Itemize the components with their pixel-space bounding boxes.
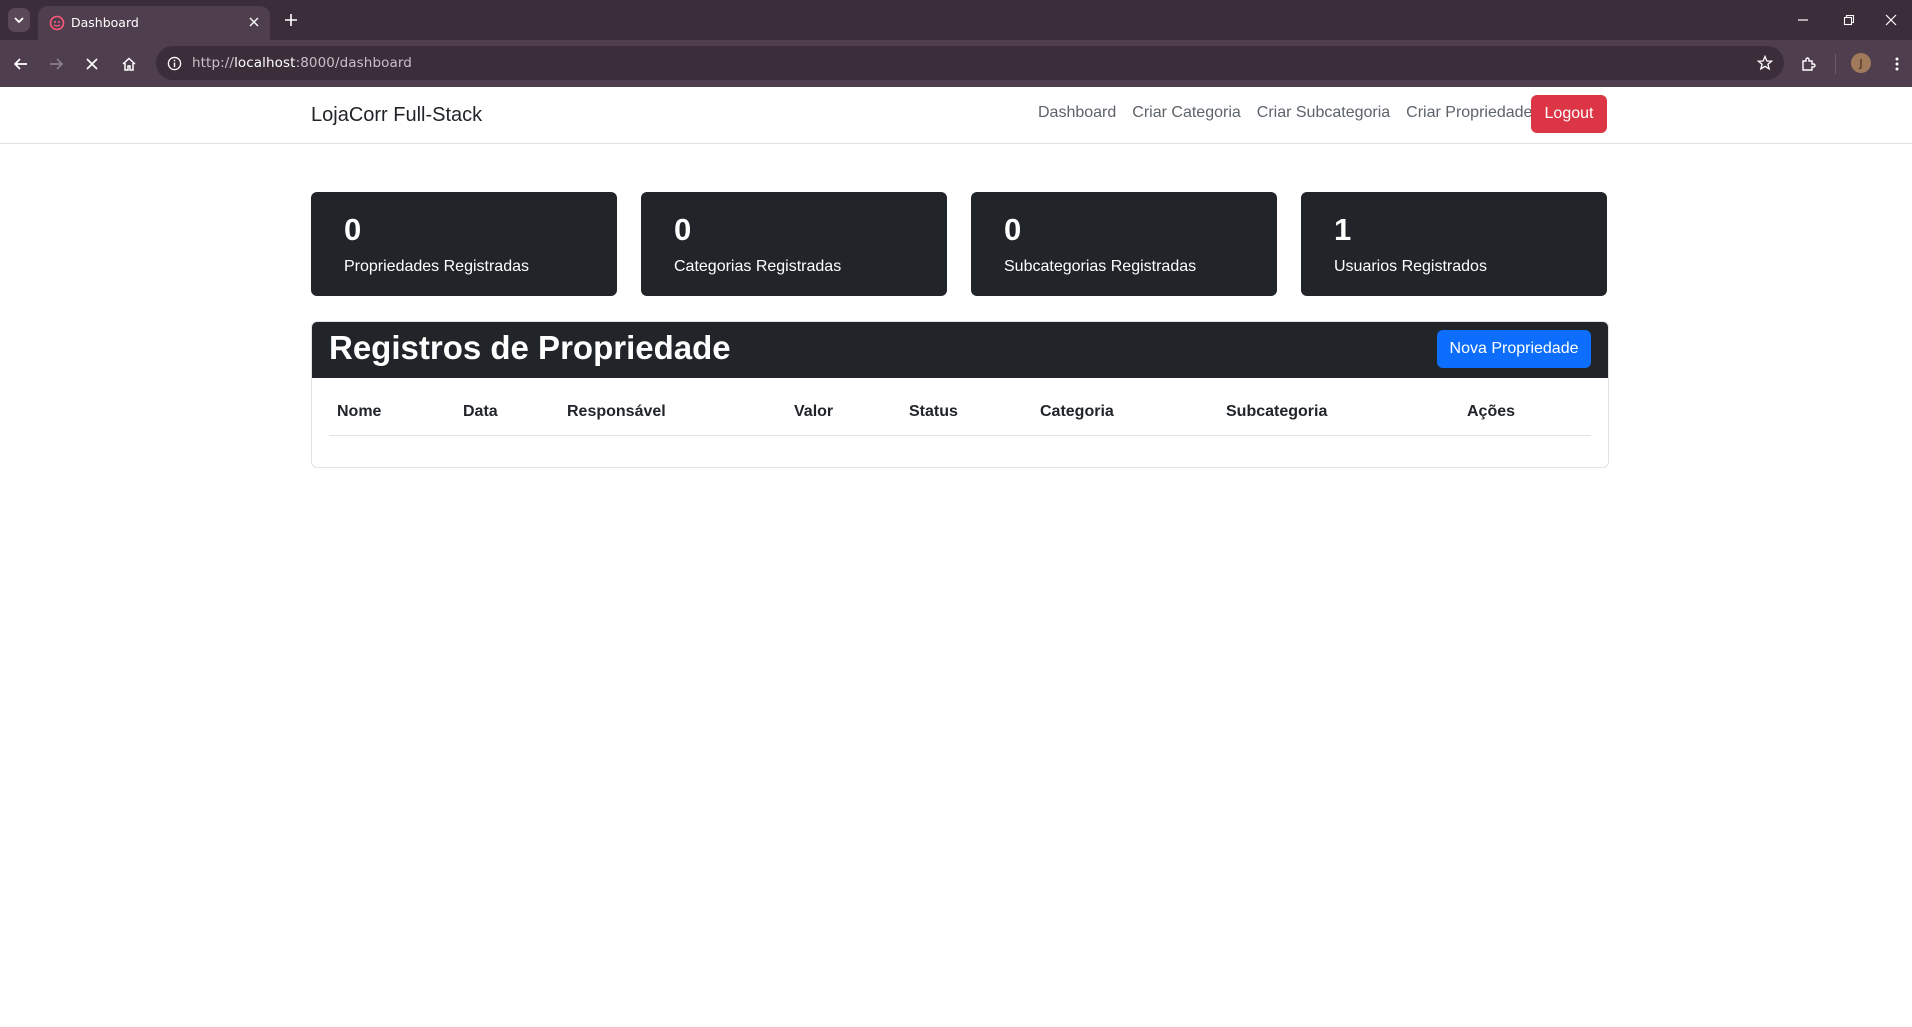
column-header-responsavel: Responsável: [567, 403, 666, 420]
column-header-valor: Valor: [794, 403, 834, 420]
tab-title: Dashboard: [71, 15, 139, 30]
stat-card-subcategorias: 0 Subcategorias Registradas: [971, 192, 1277, 296]
brand-link[interactable]: LojaCorr Full-Stack: [311, 104, 482, 127]
browser-tabstrip: Dashboard: [0, 0, 1912, 40]
stat-count: 0: [344, 212, 362, 247]
laravel-favicon-icon: [49, 15, 65, 31]
column-header-acoes: Ações: [1467, 403, 1516, 420]
url-text: http://localhost:8000/dashboard: [192, 55, 412, 71]
stat-count: 0: [1004, 212, 1022, 247]
tab-close-icon[interactable]: [246, 14, 262, 30]
top-navbar: LojaCorr Full-Stack Dashboard Criar Cate…: [0, 87, 1912, 144]
stat-card-usuarios: 1 Usuarios Registrados: [1301, 192, 1607, 296]
minimize-icon[interactable]: [1780, 8, 1826, 32]
column-header-categoria: Categoria: [1040, 403, 1114, 420]
stat-label: Subcategorias Registradas: [1004, 258, 1197, 275]
stat-count: 0: [674, 212, 692, 247]
propriedade-records-panel: Registros de Propriedade Nova Propriedad…: [311, 321, 1609, 468]
stat-label: Usuarios Registrados: [1334, 258, 1487, 275]
chevron-down-icon: [14, 17, 24, 24]
nav-link-criar-categoria[interactable]: Criar Categoria: [1132, 104, 1240, 122]
toolbar-separator: [1835, 54, 1836, 74]
profile-avatar[interactable]: J: [1851, 53, 1871, 73]
column-header-data: Data: [463, 403, 498, 420]
tab-search-button[interactable]: [8, 8, 30, 32]
stop-loading-icon[interactable]: [80, 52, 104, 76]
column-header-nome: Nome: [337, 403, 382, 420]
stat-label: Categorias Registradas: [674, 258, 842, 275]
column-header-subcategoria: Subcategoria: [1226, 403, 1328, 420]
stat-card-categorias: 0 Categorias Registradas: [641, 192, 947, 296]
panel-header: Registros de Propriedade Nova Propriedad…: [312, 322, 1608, 378]
browser-tab-dashboard[interactable]: Dashboard: [38, 6, 270, 40]
logout-button[interactable]: Logout: [1531, 95, 1607, 133]
nav-link-criar-subcategoria[interactable]: Criar Subcategoria: [1257, 104, 1390, 122]
nav-link-criar-propriedade[interactable]: Criar Propriedade: [1406, 104, 1532, 122]
extensions-puzzle-icon[interactable]: [1796, 52, 1820, 76]
nav-links-group: Dashboard Criar Categoria Criar Subcateg…: [1022, 104, 1532, 122]
forward-arrow-icon[interactable]: [44, 52, 68, 76]
address-bar[interactable]: http://localhost:8000/dashboard: [156, 46, 1784, 80]
window-close-icon[interactable]: [1868, 8, 1912, 32]
stat-card-propriedades: 0 Propriedades Registradas: [311, 192, 617, 296]
browser-toolbar: http://localhost:8000/dashboard J: [0, 40, 1912, 87]
site-info-icon[interactable]: [166, 55, 182, 71]
kebab-menu-icon[interactable]: [1885, 52, 1909, 76]
column-header-status: Status: [909, 403, 958, 420]
nav-link-dashboard[interactable]: Dashboard: [1038, 104, 1116, 122]
bookmark-star-icon[interactable]: [1756, 54, 1774, 72]
home-icon[interactable]: [117, 52, 141, 76]
nova-propriedade-button[interactable]: Nova Propriedade: [1437, 330, 1591, 368]
stat-label: Propriedades Registradas: [344, 258, 529, 275]
stat-count: 1: [1334, 212, 1352, 247]
panel-title: Registros de Propriedade: [329, 329, 731, 366]
records-table-header: Nome Data Responsável Valor Status Categ…: [329, 390, 1591, 436]
restore-icon[interactable]: [1826, 8, 1872, 32]
new-tab-plus-icon[interactable]: [281, 10, 301, 30]
back-arrow-icon[interactable]: [9, 52, 33, 76]
